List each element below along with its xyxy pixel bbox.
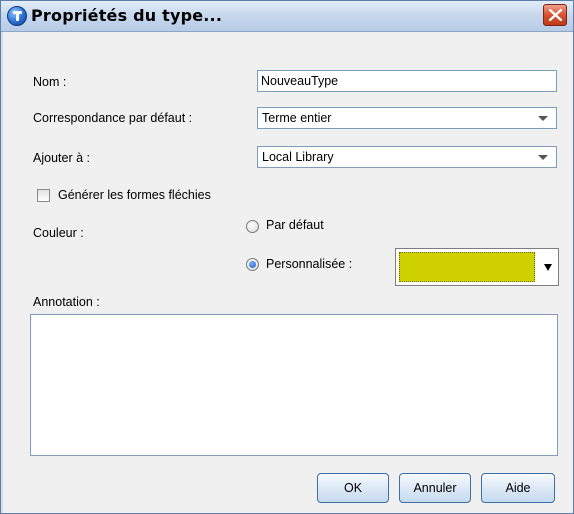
ok-button[interactable]: OK: [317, 473, 389, 503]
color-custom-label[interactable]: Personnalisée :: [266, 257, 352, 271]
custom-color-picker[interactable]: [395, 248, 559, 286]
window-left-edge: [1, 32, 3, 513]
add-to-label: Ajouter à :: [33, 151, 90, 165]
annotation-label: Annotation :: [33, 295, 100, 309]
name-field[interactable]: NouveauType: [257, 70, 557, 92]
color-swatch: [399, 252, 535, 282]
close-icon: [549, 9, 562, 21]
default-match-label: Correspondance par défaut :: [33, 111, 193, 125]
add-to-select[interactable]: Local Library: [257, 146, 557, 168]
inflected-forms-label[interactable]: Générer les formes fléchies: [58, 188, 211, 202]
window-title: Propriétés du type...: [31, 6, 223, 25]
type-properties-dialog: Propriétés du type... Nom : NouveauType …: [0, 0, 574, 514]
chevron-down-icon: [544, 264, 552, 271]
cancel-button[interactable]: Annuler: [399, 473, 471, 503]
inflected-forms-checkbox[interactable]: [37, 189, 50, 202]
name-label: Nom :: [33, 75, 67, 89]
help-button[interactable]: Aide: [481, 473, 555, 503]
close-button[interactable]: [543, 4, 567, 26]
info-icon: [7, 6, 27, 26]
chevron-down-icon: [538, 116, 548, 121]
annotation-textarea[interactable]: [30, 314, 558, 456]
color-default-radio[interactable]: [246, 220, 259, 233]
default-match-value: Terme entier: [262, 111, 332, 125]
add-to-value: Local Library: [262, 150, 334, 164]
color-default-label[interactable]: Par défaut: [266, 218, 324, 232]
color-custom-radio[interactable]: [246, 258, 259, 271]
chevron-down-icon: [538, 155, 548, 160]
default-match-select[interactable]: Terme entier: [257, 107, 557, 129]
title-bar[interactable]: Propriétés du type...: [1, 1, 573, 32]
color-label: Couleur :: [33, 226, 84, 240]
